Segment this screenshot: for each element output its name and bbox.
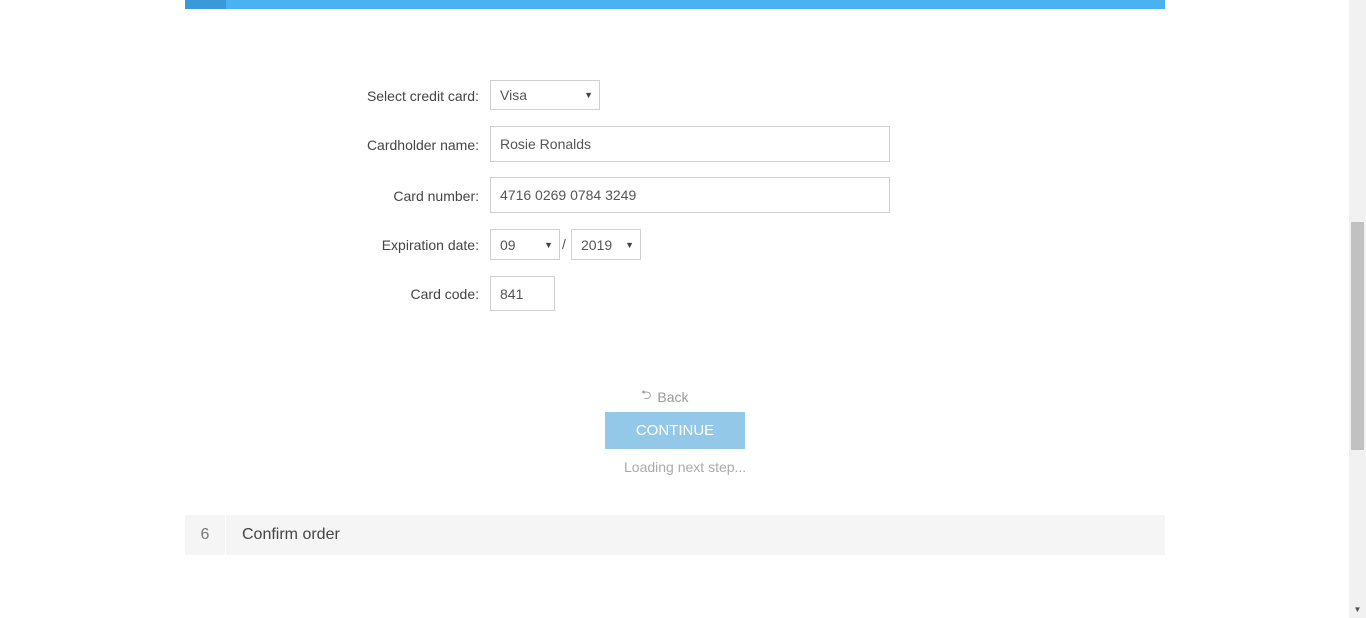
loading-status-text: Loading next step...: [624, 459, 747, 475]
scroll-down-arrow-icon[interactable]: ▼: [1349, 602, 1366, 616]
back-link[interactable]: ⮌ Back: [641, 386, 689, 408]
step-confirm-order[interactable]: 6 Confirm order: [185, 515, 1165, 555]
back-label: Back: [657, 389, 689, 405]
expiration-month-value: 09: [500, 236, 516, 253]
continue-button[interactable]: CONTINUE: [605, 412, 745, 449]
active-step-header-bar: [185, 0, 1165, 9]
card-code-label: Card code:: [410, 286, 479, 302]
cardholder-name-value: Rosie Ronalds: [500, 136, 592, 152]
expiration-separator: /: [562, 236, 566, 252]
expiration-month-select[interactable]: 09 ▼: [490, 229, 560, 260]
step-title: Confirm order: [242, 526, 340, 543]
expiration-year-value: 2019: [581, 236, 613, 253]
page-scrollbar[interactable]: ▼: [1349, 0, 1366, 618]
card-number-value: 4716 0269 0784 3249: [500, 187, 637, 203]
cardholder-name-label: Cardholder name:: [366, 137, 479, 153]
expiration-date-label: Expiration date:: [381, 237, 479, 253]
expiration-year-select[interactable]: 2019 ▼: [571, 229, 641, 260]
return-arrow-icon: ⮌: [641, 387, 652, 402]
chevron-down-icon: ▼: [625, 239, 634, 250]
step-number: 6: [185, 515, 226, 555]
card-number-input[interactable]: 4716 0269 0784 3249: [490, 177, 890, 213]
scrollbar-thumb[interactable]: [1351, 222, 1364, 450]
cardholder-name-input[interactable]: Rosie Ronalds: [490, 126, 890, 162]
credit-card-select-value: Visa: [500, 87, 527, 103]
credit-card-label: Select credit card:: [366, 88, 479, 104]
active-step-number-cell: [185, 0, 226, 9]
card-code-input[interactable]: 841: [490, 276, 555, 311]
card-number-label: Card number:: [393, 188, 479, 204]
chevron-down-icon: ▼: [544, 239, 553, 250]
chevron-down-icon: ▼: [584, 90, 593, 100]
credit-card-select[interactable]: Visa ▼: [490, 80, 600, 110]
card-code-value: 841: [500, 285, 524, 302]
